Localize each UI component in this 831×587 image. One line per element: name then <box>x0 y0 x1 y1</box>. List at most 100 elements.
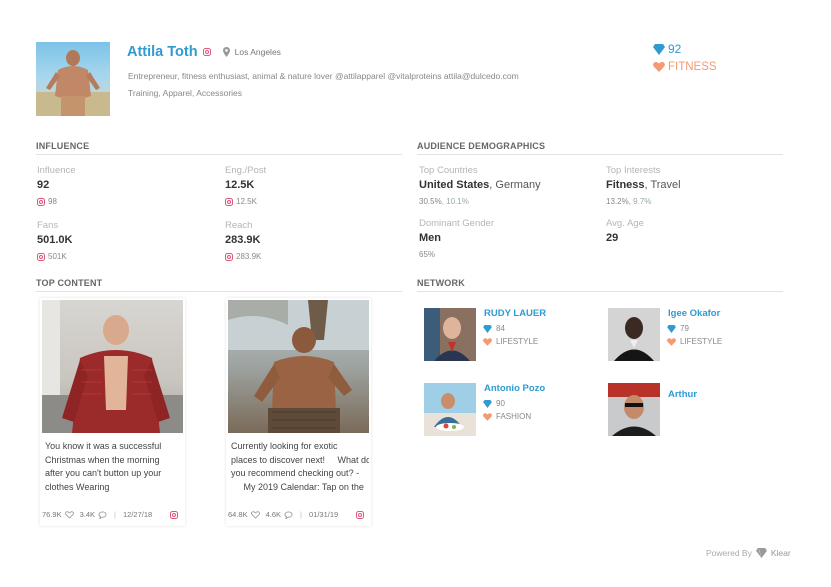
metric-label: Top Countries <box>419 165 478 176</box>
profile-header: Attila Toth Los Angeles <box>127 42 607 62</box>
comment-icon <box>284 510 293 519</box>
person-score: 84 <box>496 324 505 333</box>
instagram-icon[interactable] <box>356 510 364 519</box>
metric-label: Reach <box>225 220 253 231</box>
average-age: Avg. Age 29 <box>606 218 644 244</box>
post-comments: 3.4K <box>79 510 96 519</box>
metric-value: 12.5K <box>225 179 255 191</box>
metric-sub: 501K <box>37 252 72 261</box>
heart-icon <box>483 337 492 346</box>
metric-value: 501.0K <box>37 234 73 246</box>
person-category: LIFESTYLE <box>496 337 539 346</box>
fans-metric: Fans 501.0K 501K <box>37 220 72 261</box>
klear-logo-icon <box>755 548 767 558</box>
metric-sub: 65% <box>419 250 436 259</box>
top-content-divider <box>36 291 402 292</box>
instagram-icon <box>225 197 233 206</box>
person-name[interactable]: Arthur <box>668 389 697 400</box>
instagram-icon <box>202 48 211 56</box>
metric-sub: 98 <box>37 197 76 206</box>
instagram-icon[interactable] <box>170 510 178 519</box>
top-interests: Top Interests Fitness, Travel 13.2%, 9.7… <box>606 165 681 206</box>
influence-divider <box>36 154 402 155</box>
heart-outline-icon <box>250 510 260 519</box>
person-score-row: 90 <box>483 397 505 410</box>
post-caption: Currently looking for exotic places to d… <box>231 441 369 492</box>
eng-post-metric: Eng./Post 12.5K 12.5K <box>225 165 266 206</box>
person-score-row: 84 <box>483 322 505 335</box>
stat-separator: | <box>300 510 302 519</box>
person-category: FASHION <box>496 412 532 421</box>
network-person[interactable]: RUDY LAUER 84 LIFESTYLE <box>424 308 594 361</box>
instagram-icon <box>37 197 45 206</box>
post-card[interactable]: You know it was a successful Christmas w… <box>40 298 185 526</box>
person-avatar <box>608 308 660 361</box>
post-image <box>42 300 183 433</box>
metric-label: Avg. Age <box>606 218 644 229</box>
metric-sub-value: 12.5K <box>236 197 257 206</box>
pct-secondary: 10.1% <box>446 197 469 206</box>
pct-primary: 30.5% <box>419 197 442 206</box>
klear-brand[interactable]: Klear <box>771 548 791 558</box>
profile-avatar <box>36 42 110 116</box>
post-card[interactable]: Currently looking for exotic places to d… <box>226 298 371 526</box>
powered-by-label: Powered By <box>706 548 752 558</box>
country-primary: United States <box>419 179 490 191</box>
metric-label: Fans <box>37 220 59 231</box>
audience-section-title: AUDIENCE DEMOGRAPHICS <box>417 141 546 151</box>
instagram-icon <box>225 252 233 261</box>
profile-category: FITNESS <box>653 61 717 73</box>
post-comments: 4.6K <box>265 510 282 519</box>
network-person[interactable]: Antonio Pozo 90 FASHION <box>424 383 594 436</box>
network-person[interactable]: Igee Okafor 79 LIFESTYLE <box>608 308 778 361</box>
post-likes: 76.9K <box>42 510 62 519</box>
profile-bio-tags: Training, Apparel, Accessories <box>128 88 243 98</box>
audience-divider <box>417 154 783 155</box>
top-content-section-title: TOP CONTENT <box>36 278 103 288</box>
metric-value: United States, Germany <box>419 179 541 191</box>
metric-value: 29 <box>606 232 619 244</box>
country-secondary: Germany <box>495 179 541 191</box>
person-category: LIFESTYLE <box>680 337 723 346</box>
person-name[interactable]: RUDY LAUER <box>484 308 546 319</box>
footer-powered-by: Powered By Klear <box>706 548 791 558</box>
metric-sub-value: 501K <box>48 252 67 261</box>
top-countries: Top Countries United States, Germany 30.… <box>419 165 541 206</box>
heart-icon <box>667 337 676 346</box>
person-avatar <box>608 383 660 436</box>
post-image <box>228 300 369 433</box>
person-name[interactable]: Igee Okafor <box>668 308 720 319</box>
person-name[interactable]: Antonio Pozo <box>484 383 545 394</box>
metric-sub-value: 283.9K <box>236 252 262 261</box>
metric-value: 92 <box>37 179 50 191</box>
interest-secondary: Travel <box>650 179 681 191</box>
metric-sub: 13.2%, 9.7% <box>606 197 681 206</box>
post-date: 12/27/18 <box>123 510 153 519</box>
instagram-icon <box>37 252 45 261</box>
metric-value: Men <box>419 232 441 244</box>
diamond-icon <box>653 43 665 55</box>
person-avatar <box>424 308 476 361</box>
metric-sub: 283.9K <box>225 252 261 261</box>
stat-separator: | <box>114 510 116 519</box>
heart-icon <box>483 412 492 421</box>
profile-bio: Entrepreneur, fitness enthusiast, animal… <box>128 68 608 102</box>
network-person[interactable]: Arthur <box>608 383 778 436</box>
metric-sub-value: 98 <box>48 197 57 206</box>
metric-label: Influence <box>37 165 76 176</box>
person-avatar <box>424 383 476 436</box>
profile-score: 92 <box>653 42 681 56</box>
person-category-row: LIFESTYLE <box>667 335 722 348</box>
metric-value: 283.9K <box>225 234 261 246</box>
post-caption: You know it was a successful Christmas w… <box>45 441 162 492</box>
pct-primary: 13.2% <box>606 197 629 206</box>
heart-outline-icon <box>64 510 74 519</box>
post-likes: 64.8K <box>228 510 248 519</box>
metric-sub: 30.5%, 10.1% <box>419 197 541 206</box>
dominant-gender: Dominant Gender Men 65% <box>419 218 494 259</box>
profile-location: Los Angeles <box>234 47 281 57</box>
metric-label: Top Interests <box>606 165 661 176</box>
interest-primary: Fitness <box>606 179 645 191</box>
influence-metric: Influence 92 98 <box>37 165 76 206</box>
profile-name[interactable]: Attila Toth <box>127 44 198 60</box>
